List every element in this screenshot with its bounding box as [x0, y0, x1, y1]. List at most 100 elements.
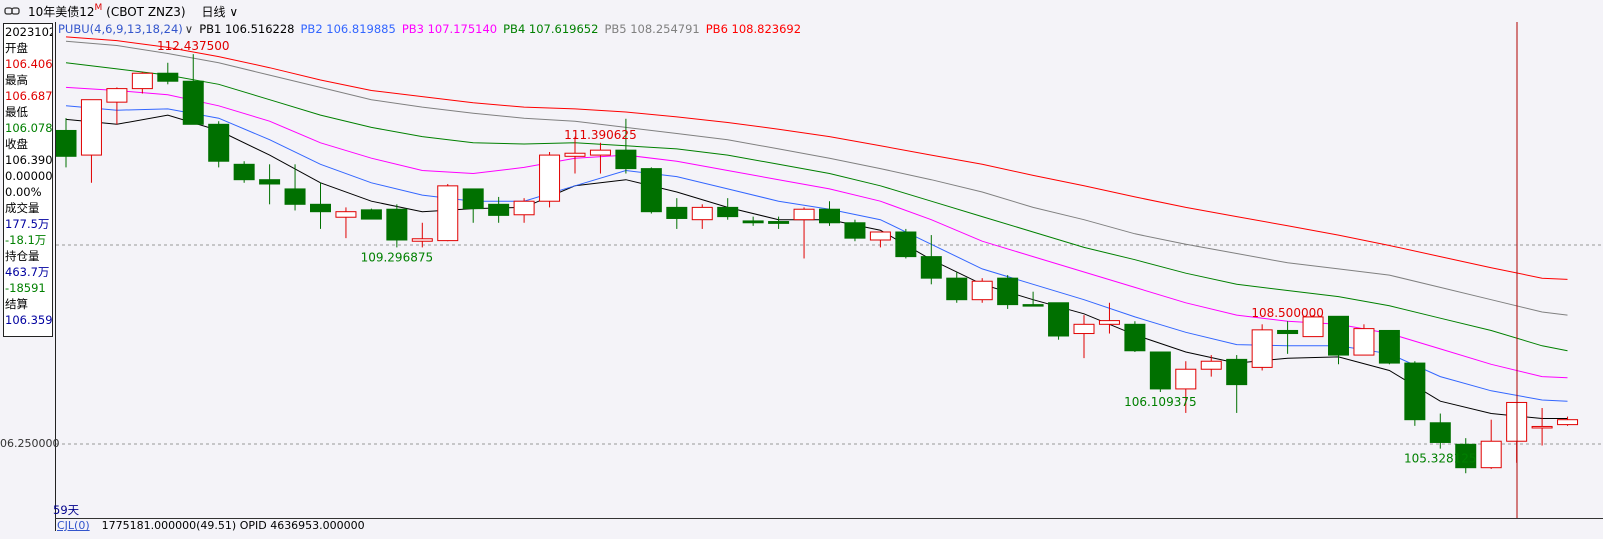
candle-up: [437, 185, 459, 242]
candle-up: [869, 231, 891, 241]
info-row: 0.000000: [5, 169, 53, 183]
info-row: 106.0781: [5, 121, 53, 135]
candle-up: [1531, 425, 1553, 429]
volume-pane-header: CJL(0) 1775181.000000(49.51) OPID 463695…: [55, 518, 1603, 539]
link-icon[interactable]: [4, 6, 20, 16]
candle-up: [971, 280, 993, 301]
candle-down: [386, 208, 408, 241]
info-row: 收盘: [5, 137, 28, 151]
candle-up: [691, 206, 713, 221]
candle-up: [1251, 329, 1273, 368]
price-annotation: 111.390625: [564, 128, 637, 142]
indicator-legend: PUBU(4,6,9,13,18,24) ∨ PB1 106.516228 PB2 1…: [58, 22, 801, 38]
candle-up: [131, 72, 153, 90]
period-label: 日线: [201, 4, 226, 19]
candle-down: [1226, 358, 1248, 386]
candle-down: [946, 277, 968, 301]
legend-entry: PB1 106.516228: [199, 22, 295, 36]
info-row: -18591: [5, 281, 46, 295]
candle-down: [742, 220, 764, 224]
legend-entry: PB6 108.823692: [705, 22, 802, 36]
indicator-name[interactable]: PUBU(4,6,9,13,18,24): [58, 22, 183, 38]
candle-up: [1073, 323, 1095, 335]
price-axis-label: 06.250000: [0, 437, 60, 450]
candle-up: [1557, 419, 1579, 426]
candle-down: [768, 221, 790, 224]
info-panel: 20231024 开盘 106.4062 最高 106.6875 最低 106.0781 收盘…: [3, 23, 53, 337]
candle-down: [462, 188, 484, 210]
info-row: 0.00%: [5, 185, 42, 199]
instrument-code: (CBOT ZNZ3): [106, 4, 186, 19]
candle-down: [1048, 302, 1070, 337]
candle-up: [1175, 368, 1197, 390]
candle-down: [182, 80, 204, 125]
info-row: 106.6875: [5, 89, 53, 103]
series-line-pb2: [65, 105, 1568, 402]
info-row: 177.5万: [5, 217, 50, 231]
candle-up: [1353, 328, 1375, 356]
series-line-pb1: [65, 114, 1568, 419]
candle-down: [360, 209, 382, 220]
candle-up: [80, 99, 102, 156]
candle-down: [615, 149, 637, 170]
chevron-down-icon: ∨: [229, 4, 239, 19]
cjl-indicator-link[interactable]: CJL(0): [57, 519, 90, 539]
candle-up: [539, 154, 561, 202]
candle-down: [1378, 329, 1400, 364]
contract-superscript: M: [94, 2, 103, 13]
candle-down: [1149, 351, 1171, 390]
series-line-pb6: [65, 36, 1568, 280]
candle-up: [1098, 320, 1120, 325]
price-annotation: 108.500000: [1251, 306, 1324, 320]
candle-up: [1200, 360, 1222, 370]
candle-down: [310, 203, 331, 213]
price-annotation: 106.109375: [1124, 395, 1197, 409]
info-row: 106.3906: [5, 153, 53, 167]
candle-down: [157, 72, 179, 82]
candle-down: [717, 206, 739, 218]
candle-down: [997, 277, 1019, 306]
price-annotation: 105.328125: [1404, 452, 1477, 466]
candle-up: [1480, 440, 1502, 469]
info-row: 463.7万: [5, 265, 50, 279]
info-row: 持仓量: [5, 249, 40, 263]
price-annotation: 109.296875: [361, 250, 434, 264]
candle-down: [1328, 315, 1349, 356]
candle-down: [56, 129, 77, 157]
candle-down: [233, 163, 255, 181]
legend-entry: PB4 107.619652: [503, 22, 599, 36]
candle-down: [259, 179, 281, 185]
candle-down: [640, 168, 662, 213]
candle-up: [564, 152, 586, 157]
candle-up: [589, 149, 611, 156]
price-annotation: 112.437500: [157, 39, 230, 53]
period-selector[interactable]: 日线 ∨: [202, 3, 239, 20]
candle-down: [1022, 304, 1044, 307]
candle-down: [208, 123, 230, 162]
info-row: 20231024: [5, 25, 52, 39]
instrument-title: 10年美债12M (CBOT ZNZ3): [28, 3, 186, 20]
candle-up: [513, 200, 535, 216]
candle-down: [666, 206, 688, 219]
candlestick-chart[interactable]: 112.437500 109.296875 111.390625 108.500000…: [56, 22, 1603, 518]
chart-area[interactable]: 112.437500 109.296875 111.390625 108.500000…: [55, 22, 1603, 531]
series-line-pb5: [65, 40, 1568, 316]
title-bar: 10年美债12M (CBOT ZNZ3) 日线 ∨: [0, 0, 1603, 22]
instrument-name: 10年美债12: [28, 4, 95, 19]
candle-up: [106, 88, 128, 103]
candle-down: [284, 188, 306, 205]
candle-down: [1277, 329, 1299, 335]
candle-up: [335, 211, 357, 218]
chevron-down-icon[interactable]: ∨: [185, 22, 193, 38]
cjl-values: 1775181.000000(49.51) OPID 4636953.00000…: [101, 519, 365, 532]
info-row: 开盘: [5, 41, 28, 55]
candle-down: [488, 203, 510, 216]
info-row: 成交量: [5, 201, 40, 215]
candle-down: [1124, 323, 1146, 352]
candle-down: [844, 222, 866, 239]
info-row: -18.1万: [5, 233, 47, 247]
info-row: 106.4062: [5, 57, 53, 71]
info-row: 最低: [5, 105, 28, 119]
legend-entry: PB5 108.254791: [604, 22, 700, 36]
info-row: 106.3591: [5, 313, 53, 327]
